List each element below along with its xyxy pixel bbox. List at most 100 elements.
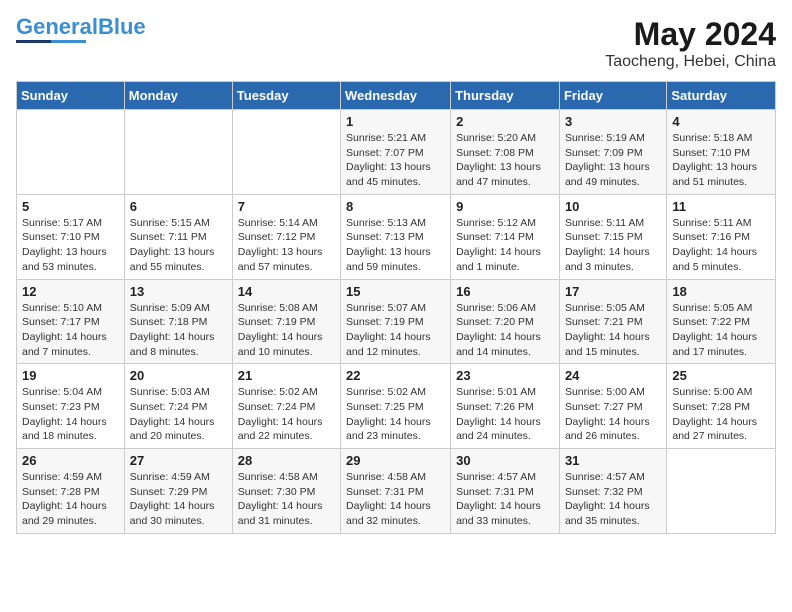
- logo-general: General: [16, 14, 98, 39]
- day-cell: 18Sunrise: 5:05 AM Sunset: 7:22 PM Dayli…: [667, 279, 776, 364]
- day-cell: [17, 110, 125, 195]
- day-number: 29: [346, 453, 445, 468]
- day-cell: 26 Sunrise: 4:59 AM Sunset: 7:28 PM Dayli…: [17, 449, 125, 534]
- day-cell: 9 Sunrise: 5:12 AM Sunset: 7:14 PM Daylig…: [451, 194, 560, 279]
- header-cell-thursday: Thursday: [451, 82, 560, 110]
- header: GeneralBlue May 2024 Taocheng, Hebei, Ch…: [16, 16, 776, 71]
- day-info: Sunrise: 5:02 AM Sunset: 7:25 PM Dayligh…: [346, 385, 445, 444]
- day-number: 8: [346, 199, 445, 214]
- day-info: Sunrise: 5:11 AM Sunset: 7:15 PM Dayligh…: [565, 216, 661, 275]
- day-cell: 28 Sunrise: 4:58 AM Sunset: 7:30 PM Dayli…: [232, 449, 340, 534]
- day-cell: 11 Sunrise: 5:11 AM Sunset: 7:16 PM Dayli…: [667, 194, 776, 279]
- day-cell: 17Sunrise: 5:05 AM Sunset: 7:21 PM Dayli…: [559, 279, 666, 364]
- day-cell: 8 Sunrise: 5:13 AM Sunset: 7:13 PM Daylig…: [341, 194, 451, 279]
- title-area: May 2024 Taocheng, Hebei, China: [605, 16, 776, 71]
- day-info: Sunrise: 5:00 AM Sunset: 7:28 PM Dayligh…: [672, 385, 770, 444]
- day-cell: 14Sunrise: 5:08 AM Sunset: 7:19 PM Dayli…: [232, 279, 340, 364]
- day-cell: 10Sunrise: 5:11 AM Sunset: 7:15 PM Dayli…: [559, 194, 666, 279]
- day-number: 27: [130, 453, 227, 468]
- day-number: 19: [22, 368, 119, 383]
- location: Taocheng, Hebei, China: [605, 53, 776, 71]
- day-info: Sunrise: 5:20 AM Sunset: 7:08 PM Dayligh…: [456, 131, 554, 190]
- day-info: Sunrise: 5:12 AM Sunset: 7:14 PM Dayligh…: [456, 216, 554, 275]
- day-number: 26: [22, 453, 119, 468]
- logo-underline: [16, 40, 86, 43]
- day-number: 22: [346, 368, 445, 383]
- day-cell: 5Sunrise: 5:17 AM Sunset: 7:10 PM Daylig…: [17, 194, 125, 279]
- logo-text: GeneralBlue: [16, 16, 146, 38]
- day-info: Sunrise: 4:58 AM Sunset: 7:31 PM Dayligh…: [346, 470, 445, 529]
- day-info: Sunrise: 5:09 AM Sunset: 7:18 PM Dayligh…: [130, 301, 227, 360]
- week-row-3: 19 Sunrise: 5:04 AM Sunset: 7:23 PM Dayli…: [17, 364, 776, 449]
- day-cell: 31 Sunrise: 4:57 AM Sunset: 7:32 PM Dayli…: [559, 449, 666, 534]
- day-number: 11: [672, 199, 770, 214]
- day-info: Sunrise: 5:11 AM Sunset: 7:16 PM Dayligh…: [672, 216, 770, 275]
- day-number: 12: [22, 284, 119, 299]
- day-cell: 25 Sunrise: 5:00 AM Sunset: 7:28 PM Dayli…: [667, 364, 776, 449]
- day-number: 23: [456, 368, 554, 383]
- header-cell-friday: Friday: [559, 82, 666, 110]
- day-info: Sunrise: 5:01 AM Sunset: 7:26 PM Dayligh…: [456, 385, 554, 444]
- week-row-0: 1 Sunrise: 5:21 AM Sunset: 7:07 PM Daylig…: [17, 110, 776, 195]
- day-info: Sunrise: 5:15 AM Sunset: 7:11 PM Dayligh…: [130, 216, 227, 275]
- day-info: Sunrise: 5:21 AM Sunset: 7:07 PM Dayligh…: [346, 131, 445, 190]
- day-number: 13: [130, 284, 227, 299]
- day-info: Sunrise: 5:10 AM Sunset: 7:17 PM Dayligh…: [22, 301, 119, 360]
- day-cell: 1 Sunrise: 5:21 AM Sunset: 7:07 PM Daylig…: [341, 110, 451, 195]
- day-cell: 16Sunrise: 5:06 AM Sunset: 7:20 PM Dayli…: [451, 279, 560, 364]
- day-cell: 6 Sunrise: 5:15 AM Sunset: 7:11 PM Daylig…: [124, 194, 232, 279]
- day-cell: 29 Sunrise: 4:58 AM Sunset: 7:31 PM Dayli…: [341, 449, 451, 534]
- calendar-table: SundayMondayTuesdayWednesdayThursdayFrid…: [16, 81, 776, 534]
- day-info: Sunrise: 4:59 AM Sunset: 7:29 PM Dayligh…: [130, 470, 227, 529]
- day-info: Sunrise: 4:57 AM Sunset: 7:32 PM Dayligh…: [565, 470, 661, 529]
- day-number: 21: [238, 368, 335, 383]
- day-cell: 30Sunrise: 4:57 AM Sunset: 7:31 PM Dayli…: [451, 449, 560, 534]
- logo-blue: Blue: [98, 14, 146, 39]
- day-number: 4: [672, 114, 770, 129]
- day-info: Sunrise: 5:00 AM Sunset: 7:27 PM Dayligh…: [565, 385, 661, 444]
- day-cell: 27 Sunrise: 4:59 AM Sunset: 7:29 PM Dayli…: [124, 449, 232, 534]
- day-cell: 13 Sunrise: 5:09 AM Sunset: 7:18 PM Dayli…: [124, 279, 232, 364]
- header-cell-wednesday: Wednesday: [341, 82, 451, 110]
- day-cell: 23 Sunrise: 5:01 AM Sunset: 7:26 PM Dayli…: [451, 364, 560, 449]
- month-year: May 2024: [605, 16, 776, 53]
- day-number: 1: [346, 114, 445, 129]
- day-number: 7: [238, 199, 335, 214]
- day-info: Sunrise: 5:13 AM Sunset: 7:13 PM Dayligh…: [346, 216, 445, 275]
- day-cell: 12 Sunrise: 5:10 AM Sunset: 7:17 PM Dayli…: [17, 279, 125, 364]
- day-cell: 19 Sunrise: 5:04 AM Sunset: 7:23 PM Dayli…: [17, 364, 125, 449]
- header-cell-tuesday: Tuesday: [232, 82, 340, 110]
- day-number: 18: [672, 284, 770, 299]
- day-number: 9: [456, 199, 554, 214]
- day-info: Sunrise: 5:03 AM Sunset: 7:24 PM Dayligh…: [130, 385, 227, 444]
- header-row: SundayMondayTuesdayWednesdayThursdayFrid…: [17, 82, 776, 110]
- header-cell-monday: Monday: [124, 82, 232, 110]
- week-row-2: 12 Sunrise: 5:10 AM Sunset: 7:17 PM Dayli…: [17, 279, 776, 364]
- day-info: Sunrise: 4:59 AM Sunset: 7:28 PM Dayligh…: [22, 470, 119, 529]
- day-info: Sunrise: 5:04 AM Sunset: 7:23 PM Dayligh…: [22, 385, 119, 444]
- day-number: 25: [672, 368, 770, 383]
- day-number: 3: [565, 114, 661, 129]
- day-number: 2: [456, 114, 554, 129]
- header-cell-sunday: Sunday: [17, 82, 125, 110]
- day-number: 16: [456, 284, 554, 299]
- day-cell: [124, 110, 232, 195]
- calendar-body: 1 Sunrise: 5:21 AM Sunset: 7:07 PM Daylig…: [17, 110, 776, 534]
- day-cell: 21 Sunrise: 5:02 AM Sunset: 7:24 PM Dayli…: [232, 364, 340, 449]
- week-row-4: 26 Sunrise: 4:59 AM Sunset: 7:28 PM Dayli…: [17, 449, 776, 534]
- day-number: 31: [565, 453, 661, 468]
- day-cell: [667, 449, 776, 534]
- day-info: Sunrise: 4:58 AM Sunset: 7:30 PM Dayligh…: [238, 470, 335, 529]
- day-cell: 7Sunrise: 5:14 AM Sunset: 7:12 PM Daylig…: [232, 194, 340, 279]
- day-cell: 4Sunrise: 5:18 AM Sunset: 7:10 PM Daylig…: [667, 110, 776, 195]
- day-info: Sunrise: 5:05 AM Sunset: 7:21 PM Dayligh…: [565, 301, 661, 360]
- day-info: Sunrise: 5:02 AM Sunset: 7:24 PM Dayligh…: [238, 385, 335, 444]
- day-cell: 15Sunrise: 5:07 AM Sunset: 7:19 PM Dayli…: [341, 279, 451, 364]
- day-cell: 3Sunrise: 5:19 AM Sunset: 7:09 PM Daylig…: [559, 110, 666, 195]
- day-number: 5: [22, 199, 119, 214]
- day-cell: 20Sunrise: 5:03 AM Sunset: 7:24 PM Dayli…: [124, 364, 232, 449]
- header-cell-saturday: Saturday: [667, 82, 776, 110]
- day-info: Sunrise: 5:07 AM Sunset: 7:19 PM Dayligh…: [346, 301, 445, 360]
- day-number: 6: [130, 199, 227, 214]
- day-number: 28: [238, 453, 335, 468]
